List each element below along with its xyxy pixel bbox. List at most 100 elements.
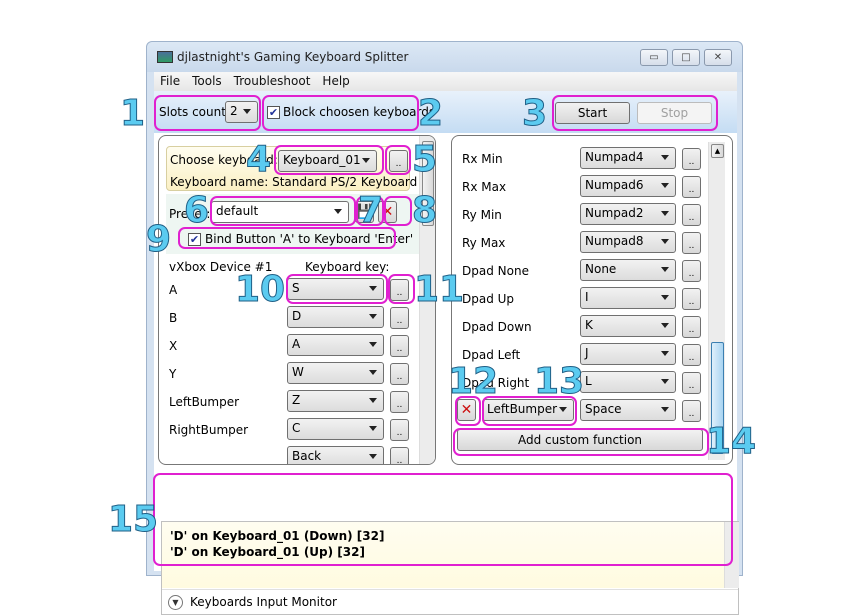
chevron-down-icon (369, 398, 377, 403)
title-bar: djlastnight's Gaming Keyboard Splitter ▭… (147, 42, 742, 72)
mapping-more-button[interactable]: .. (682, 344, 701, 366)
chevron-down-icon (661, 211, 669, 216)
mapping-key-select[interactable]: Numpad4 (580, 147, 676, 169)
chevron-down-icon (661, 183, 669, 188)
mapping-key-value: A (292, 337, 301, 351)
chevron-down-circle-icon[interactable]: ▼ (168, 595, 183, 610)
mapping-key-value: Z (292, 393, 301, 407)
mapping-key-select[interactable]: None (580, 259, 676, 281)
mapping-more-button[interactable]: .. (682, 288, 701, 310)
mapping-key-value: W (292, 365, 304, 379)
mapping-more-button[interactable]: .. (390, 363, 409, 385)
custom-function-key-select[interactable]: Space (580, 399, 676, 421)
callout-box-4 (274, 145, 384, 175)
maximize-button[interactable]: □ (672, 49, 700, 66)
keyboard-key-header: Keyboard key: (305, 260, 390, 274)
mapping-key-select[interactable]: Numpad8 (580, 231, 676, 253)
chevron-down-icon (369, 314, 377, 319)
mapping-key-select[interactable]: Back (287, 446, 384, 464)
mapping-more-button[interactable]: .. (390, 419, 409, 441)
chevron-down-icon (661, 295, 669, 300)
mapping-key-value: I (585, 290, 589, 304)
custom-function-key-value: Space (585, 402, 622, 416)
menu-tools[interactable]: Tools (186, 72, 228, 88)
mapping-key-value: K (585, 318, 593, 332)
callout-box-1 (154, 95, 261, 131)
chevron-down-icon (369, 426, 377, 431)
chevron-down-icon (661, 239, 669, 244)
callout-number-3: 3 (521, 93, 548, 134)
callout-number-4: 4 (245, 139, 272, 180)
mapping-key-select[interactable]: L (580, 371, 676, 393)
mapping-more-button[interactable]: .. (682, 176, 701, 198)
mapping-more-button[interactable]: .. (682, 260, 701, 282)
mapping-key-select[interactable]: Numpad2 (580, 203, 676, 225)
mapping-key-value: Numpad8 (585, 234, 644, 248)
window-title: djlastnight's Gaming Keyboard Splitter (177, 50, 409, 64)
mapping-more-button[interactable]: .. (390, 447, 409, 464)
mapping-button-label: Rx Min (462, 152, 503, 166)
callout-box-3 (552, 95, 718, 131)
mapping-more-button[interactable]: .. (390, 335, 409, 357)
menu-troubleshoot[interactable]: Troubleshoot (228, 72, 317, 88)
chevron-down-icon (369, 342, 377, 347)
mapping-key-select[interactable]: D (287, 306, 384, 328)
mapping-key-value: C (292, 421, 301, 435)
callout-number-11: 11 (413, 269, 465, 310)
mapping-button-label: A (169, 283, 178, 297)
mapping-button-label: Rx Max (462, 180, 507, 194)
mapping-button-label: X (169, 339, 178, 353)
mapping-key-value: Numpad4 (585, 150, 644, 164)
callout-box-6 (210, 196, 356, 226)
mapping-key-select[interactable]: W (287, 362, 384, 384)
mapping-key-value: None (585, 262, 617, 276)
mapping-key-value: Numpad6 (585, 178, 644, 192)
minimize-button[interactable]: ▭ (640, 49, 668, 66)
scroll-up-arrow[interactable]: ▲ (711, 144, 724, 158)
mapping-key-select[interactable]: J (580, 343, 676, 365)
chevron-down-icon (661, 379, 669, 384)
mapping-key-select[interactable]: A (287, 334, 384, 356)
mapping-key-select[interactable]: K (580, 315, 676, 337)
mapping-key-value: L (585, 374, 592, 388)
callout-number-15: 15 (107, 499, 159, 540)
mapping-key-value: D (292, 309, 302, 323)
menu-bar: File Tools Troubleshoot Help (154, 72, 737, 91)
mapping-button-label: B (169, 311, 178, 325)
callout-box-8 (384, 196, 412, 226)
callout-number-6: 6 (183, 190, 210, 231)
mapping-button-label: RightBumper (169, 423, 249, 437)
mapping-button-label: Dpad Down (462, 320, 532, 334)
callout-box-5 (385, 145, 411, 175)
mapping-more-button[interactable]: .. (682, 148, 701, 170)
close-button[interactable]: ✕ (704, 49, 732, 66)
chevron-down-icon (661, 407, 669, 412)
mapping-more-button[interactable]: .. (682, 372, 701, 394)
mapping-button-label: Ry Min (462, 208, 502, 222)
chevron-down-icon (369, 454, 377, 459)
menu-file[interactable]: File (154, 72, 186, 88)
mapping-more-button[interactable]: .. (390, 307, 409, 329)
callout-number-12: 12 (447, 361, 499, 402)
monitor-title: Keyboards Input Monitor (190, 595, 337, 609)
mapping-key-select[interactable]: I (580, 287, 676, 309)
mapping-more-button[interactable]: .. (390, 391, 409, 413)
mapping-key-select[interactable]: Numpad6 (580, 175, 676, 197)
custom-function-more-button[interactable]: .. (682, 400, 701, 422)
monitor-expander[interactable]: ▼ Keyboards Input Monitor (162, 589, 738, 615)
mapping-button-label: Ry Max (462, 236, 506, 250)
callout-box-2 (262, 95, 419, 131)
callout-number-7: 7 (357, 190, 384, 231)
mapping-more-button[interactable]: .. (682, 316, 701, 338)
chevron-down-icon (661, 323, 669, 328)
mapping-more-button[interactable]: .. (682, 232, 701, 254)
mapping-key-select[interactable]: C (287, 418, 384, 440)
callout-number-5: 5 (411, 139, 438, 180)
menu-help[interactable]: Help (316, 72, 355, 88)
mapping-key-value: Back (292, 449, 322, 463)
mapping-more-button[interactable]: .. (682, 204, 701, 226)
mapping-key-select[interactable]: Z (287, 390, 384, 412)
mapping-button-label: LeftBumper (169, 395, 240, 409)
callout-box-15 (153, 473, 733, 566)
right-scrollbar[interactable]: ▲ (708, 142, 725, 460)
